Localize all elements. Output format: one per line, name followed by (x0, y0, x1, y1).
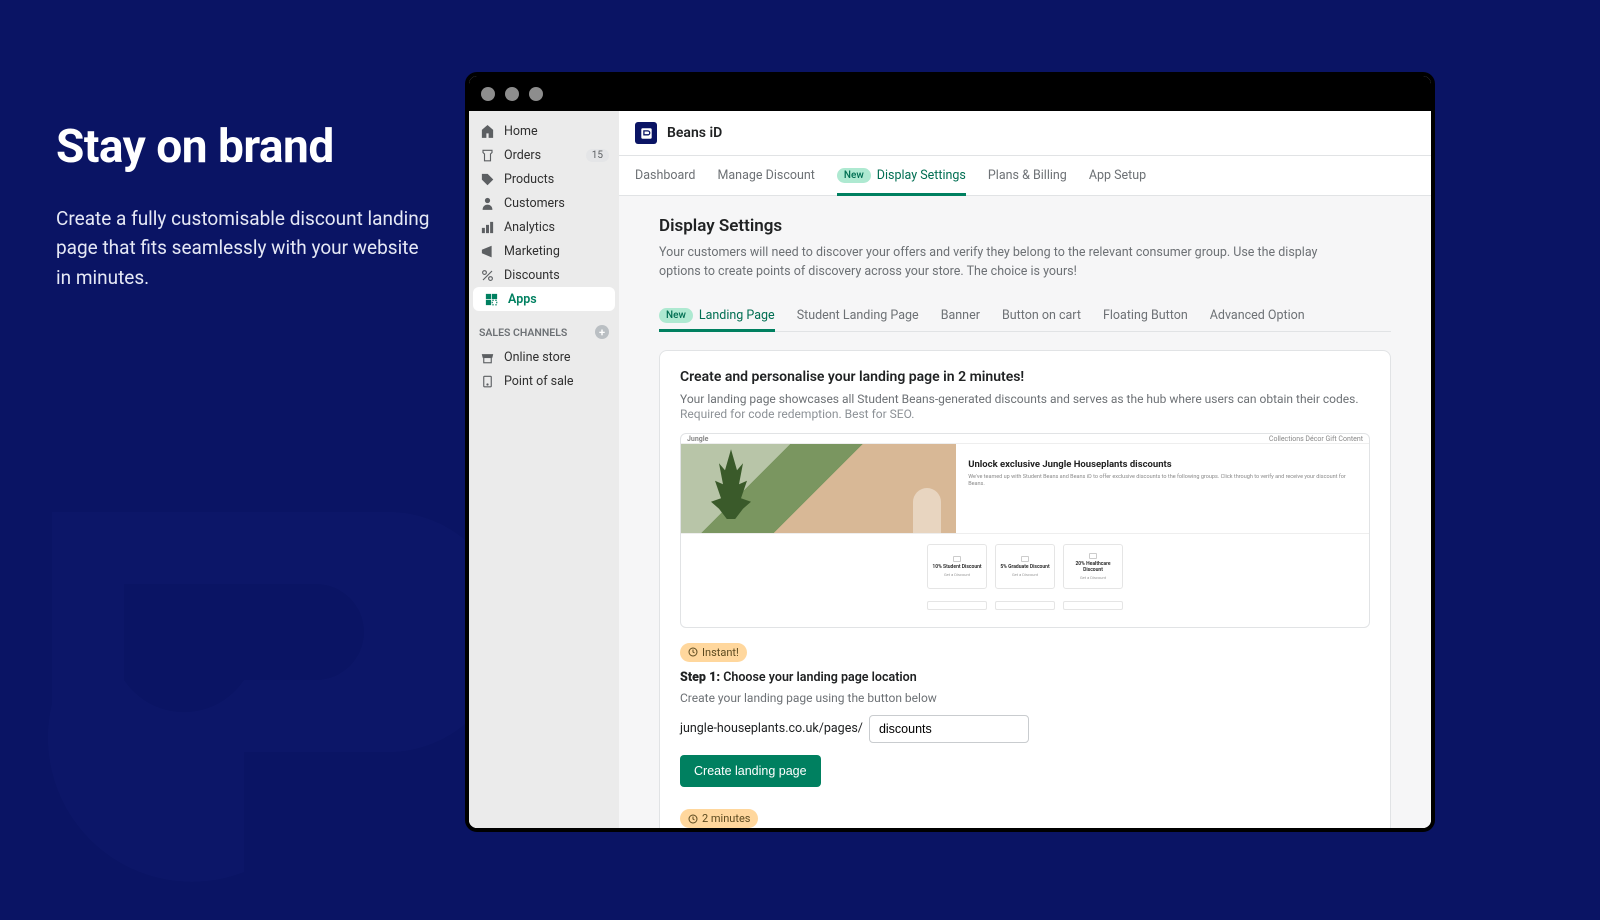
window-dot-close[interactable] (481, 87, 495, 101)
create-landing-page-button[interactable]: Create landing page (680, 755, 821, 787)
clock-icon (688, 814, 698, 824)
hero-subtitle: Create a fully customisable discount lan… (56, 204, 436, 292)
card-note: Required for code redemption. Best for S… (680, 407, 1370, 421)
window-titlebar (469, 76, 1431, 111)
sidebar-item-customers[interactable]: Customers (469, 191, 619, 215)
discounts-icon (479, 267, 495, 283)
window-dot-zoom[interactable] (529, 87, 543, 101)
sidebar-channel-online-store[interactable]: Online store (469, 345, 619, 369)
step1-title: Step 1: Choose your landing page locatio… (680, 670, 1370, 685)
products-icon (479, 171, 495, 187)
sidebar-item-apps[interactable]: Apps (473, 287, 615, 311)
landing-page-preview: JungleCollections Décor Gift Content Unl… (680, 433, 1370, 628)
orders-icon (479, 147, 495, 163)
sidebar-item-marketing[interactable]: Marketing (469, 239, 619, 263)
page-title: Display Settings (659, 216, 1391, 236)
landing-page-card: Create and personalise your landing page… (659, 350, 1391, 829)
pos-icon (479, 373, 495, 389)
subtab-advanced[interactable]: Advanced Option (1210, 300, 1305, 331)
sidebar-item-discounts[interactable]: Discounts (469, 263, 619, 287)
main-tabs: Dashboard Manage Discount New Display Se… (619, 156, 1431, 196)
card-subtitle: Your landing page showcases all Student … (680, 391, 1370, 408)
brand-watermark-icon (0, 440, 470, 920)
sales-channels-label: SALES CHANNELS (479, 326, 567, 339)
window-dot-minimize[interactable] (505, 87, 519, 101)
store-icon (479, 349, 495, 365)
url-prefix: jungle-houseplants.co.uk/pages/ (680, 721, 863, 736)
tab-dashboard[interactable]: Dashboard (635, 156, 695, 195)
sidebar-item-analytics[interactable]: Analytics (469, 215, 619, 239)
two-minutes-pill: 2 minutes (680, 809, 758, 828)
subtab-student-landing[interactable]: Student Landing Page (797, 300, 919, 331)
subtab-button-cart[interactable]: Button on cart (1002, 300, 1081, 331)
app-logo-icon (635, 122, 657, 144)
analytics-icon (479, 219, 495, 235)
admin-sidebar: Home Orders 15 Products Customers Analyt… (469, 111, 619, 828)
clock-icon (688, 647, 698, 657)
new-pill: New (837, 168, 871, 183)
marketing-icon (479, 243, 495, 259)
subtab-banner[interactable]: Banner (941, 300, 980, 331)
instant-pill: Instant! (680, 643, 747, 662)
tab-plans-billing[interactable]: Plans & Billing (988, 156, 1067, 195)
sidebar-item-home[interactable]: Home (469, 119, 619, 143)
hero-title: Stay on brand (56, 120, 436, 174)
sidebar-item-orders[interactable]: Orders 15 (469, 143, 619, 167)
sidebar-item-products[interactable]: Products (469, 167, 619, 191)
app-window: Home Orders 15 Products Customers Analyt… (465, 72, 1435, 832)
sidebar-channel-pos[interactable]: Point of sale (469, 369, 619, 393)
subtab-landing-page[interactable]: New Landing Page (659, 300, 775, 331)
step1-desc: Create your landing page using the butto… (680, 691, 1370, 705)
subtab-floating-button[interactable]: Floating Button (1103, 300, 1188, 331)
app-name: Beans iD (667, 125, 722, 141)
tab-app-setup[interactable]: App Setup (1089, 156, 1146, 195)
tab-display-settings[interactable]: New Display Settings (837, 156, 966, 195)
add-channel-button[interactable]: + (595, 325, 609, 339)
home-icon (479, 123, 495, 139)
page-description: Your customers will need to discover you… (659, 244, 1339, 282)
landing-page-slug-input[interactable] (869, 715, 1029, 743)
card-title: Create and personalise your landing page… (680, 369, 1370, 385)
app-header: Beans iD (619, 111, 1431, 156)
orders-badge: 15 (586, 149, 609, 162)
tab-manage-discount[interactable]: Manage Discount (717, 156, 814, 195)
customers-icon (479, 195, 495, 211)
new-pill: New (659, 308, 693, 323)
display-subtabs: New Landing Page Student Landing Page Ba… (659, 300, 1391, 332)
apps-icon (483, 291, 499, 307)
